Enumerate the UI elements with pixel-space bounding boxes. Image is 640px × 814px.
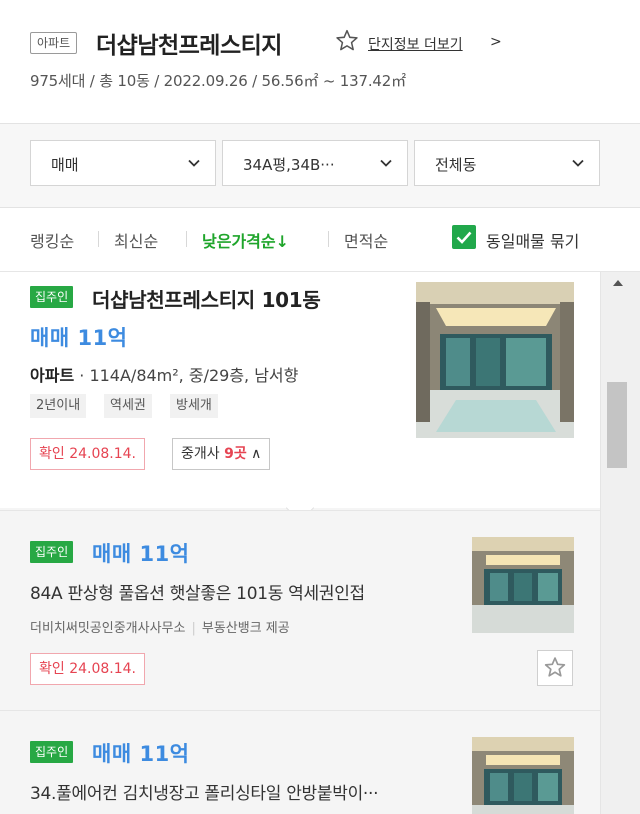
listing-photo[interactable] (472, 737, 574, 814)
feature-tag: 2년이내 (30, 394, 87, 418)
listing-card[interactable]: 집주인 매매 11억 34.풀에어컨 김치냉장고 폴리싱타일 안방붙박이··· (0, 710, 600, 814)
confirm-date-badge: 확인 24.08.14. (30, 438, 146, 470)
sort-low-price[interactable]: 낮은가격순↓ (202, 228, 289, 252)
feature-tag: 역세권 (104, 394, 152, 418)
building-value: 전체동 (435, 156, 477, 174)
listing-price: 매매 11억 (92, 742, 190, 766)
filter-bar: 매매 34A평,34B··· 전체동 (0, 124, 640, 208)
agent-count: 9곳 (224, 446, 247, 462)
listing-list[interactable]: 집주인 더샵남천프레스티지 101동 매매 11억 아파트 · 114A/84m… (0, 272, 600, 814)
feature-tag: 방세개 (170, 394, 218, 418)
listing-description: 34.풀에어컨 김치냉장고 폴리싱타일 안방붙박이··· (30, 784, 379, 804)
listing-card[interactable]: 집주인 매매 11억 84A 판상형 풀옵션 햇살좋은 101동 역세권인접 더… (0, 510, 600, 710)
sort-ranking[interactable]: 랭킹순 (30, 228, 74, 252)
scrollbar-thumb[interactable] (607, 382, 627, 468)
star-icon (544, 657, 566, 677)
group-same-listings-label[interactable]: 동일매물 묶기 (486, 228, 579, 252)
owner-badge: 집주인 (30, 741, 74, 763)
chevron-right-icon: > (490, 34, 502, 50)
listing-spec: 아파트 · 114A/84m², 중/29층, 남서향 (30, 362, 298, 386)
complex-summary: 975세대 / 총 10동 / 2022.09.26 / 56.56㎡ ~ 13… (30, 72, 406, 90)
listing-description: 84A 판상형 풀옵션 햇살좋은 101동 역세권인접 (30, 584, 365, 604)
chevron-down-icon (188, 159, 200, 167)
area-select[interactable]: 34A평,34B··· (222, 140, 408, 186)
owner-badge: 집주인 (30, 541, 74, 563)
listing-photo[interactable] (472, 537, 574, 633)
divider (186, 231, 187, 247)
divider (98, 231, 99, 247)
building-select[interactable]: 전체동 (414, 140, 600, 186)
chevron-up-icon: ∧ (251, 446, 262, 462)
scrollbar[interactable] (600, 272, 640, 814)
favorite-button[interactable] (537, 650, 573, 686)
listing-title[interactable]: 더샵남천프레스티지 101동 (92, 284, 321, 313)
complex-info-more-link[interactable]: 단지정보 더보기 (368, 34, 463, 54)
agency-name: 더비치써밋공인중개사사무소 (30, 621, 186, 636)
trade-type-select[interactable]: 매매 (30, 140, 216, 186)
group-same-listings-checkbox[interactable] (452, 225, 476, 249)
agent-label: 중개사 (181, 446, 220, 462)
property-type-tag: 아파트 (30, 32, 78, 54)
confirm-date-badge: 확인 24.08.14. (30, 653, 146, 685)
trade-type-value: 매매 (51, 156, 79, 174)
area-value: 34A평,34B··· (243, 156, 335, 174)
star-icon[interactable] (334, 28, 360, 54)
listing-card[interactable]: 집주인 더샵남천프레스티지 101동 매매 11억 아파트 · 114A/84m… (0, 272, 600, 523)
owner-badge: 집주인 (30, 286, 74, 308)
complex-header: 아파트 더샵남천프레스티지 단지정보 더보기 > 975세대 / 총 10동 /… (0, 0, 640, 124)
agency-info: 더비치써밋공인중개사사무소 | 부동산뱅크 제공 (30, 617, 290, 636)
sort-latest[interactable]: 최신순 (114, 228, 158, 252)
listing-price: 매매 11억 (30, 326, 128, 350)
spec-detail: · 114A/84m², 중/29층, 남서향 (79, 366, 299, 385)
agent-count-button[interactable]: 중개사 9곳 ∧ (172, 438, 271, 470)
divider (328, 231, 329, 247)
listing-photo[interactable] (416, 282, 574, 438)
provider-name: 부동산뱅크 제공 (201, 621, 290, 636)
scroll-up-arrow-icon[interactable] (613, 280, 623, 286)
check-icon (456, 231, 472, 244)
listing-price: 매매 11억 (92, 542, 190, 566)
chevron-down-icon (380, 159, 392, 167)
spec-type: 아파트 (30, 366, 75, 385)
chevron-down-icon (572, 159, 584, 167)
complex-title: 더샵남천프레스티지 (96, 33, 282, 59)
separator: | (191, 621, 196, 636)
sort-area[interactable]: 면적순 (344, 228, 388, 252)
